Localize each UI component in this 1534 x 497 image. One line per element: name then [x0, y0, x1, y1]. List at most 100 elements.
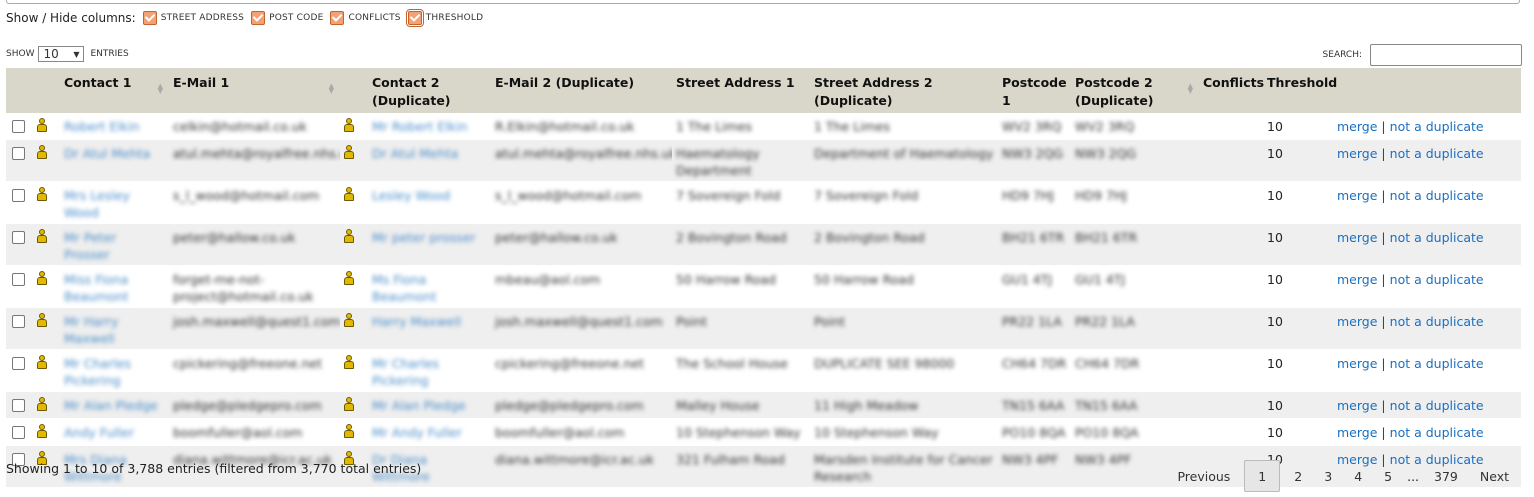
header-street-address-2[interactable]: Street Address 2 (Duplicate) [810, 68, 998, 113]
row-checkbox[interactable] [12, 231, 25, 244]
sort-icon[interactable]: ▲ ▼ [158, 83, 163, 95]
page-button-3[interactable]: 3 [1316, 461, 1340, 491]
merge-link[interactable]: merge [1337, 188, 1377, 203]
header-contact-2[interactable]: Contact 2 (Duplicate) [368, 68, 491, 113]
postcode-1: PR22 1LA [1002, 314, 1062, 329]
contact-1-link[interactable]: Robert Elkin [64, 119, 139, 134]
previous-button[interactable]: Previous [1169, 461, 1238, 491]
street-address-1: 7 Sovereign Fold [676, 188, 781, 203]
row-checkbox[interactable] [12, 189, 25, 202]
street-address-1: 10 Stephenson Way [676, 425, 801, 440]
not-duplicate-link[interactable]: not a duplicate [1390, 119, 1484, 134]
header-postcode-1[interactable]: Postcode 1 [998, 68, 1071, 113]
contact-2-link[interactable]: Harry Maxwell [372, 314, 461, 329]
page-length-select[interactable]: 10 ▼ [38, 46, 85, 62]
header-email-2[interactable]: E-Mail 2 (Duplicate) [491, 68, 672, 113]
checkbox-checked-icon[interactable] [142, 11, 157, 25]
pagination: Previous 1 2 3 4 5 ... 379 Next [1166, 460, 1520, 492]
page-button-2[interactable]: 2 [1286, 461, 1310, 491]
street-address-2: DUPLICATE SEE 98000 [814, 356, 955, 371]
contact-1-link[interactable]: Mr Peter Prosser [64, 230, 116, 262]
row-checkbox[interactable] [12, 273, 25, 286]
header-email-1[interactable]: E-Mail 1 ▲ ▼ [169, 68, 340, 113]
toggle-conflicts[interactable]: CONFLICTS [330, 11, 401, 25]
header-threshold[interactable]: Threshold [1263, 68, 1337, 113]
threshold-value: 10 [1267, 314, 1283, 329]
contact-1-link[interactable]: Miss Fiona Beaumont [64, 272, 129, 304]
person-icon [344, 187, 354, 201]
checkbox-checked-icon[interactable] [405, 9, 424, 27]
page-button-1[interactable]: 1 [1244, 460, 1281, 492]
not-duplicate-link[interactable]: not a duplicate [1390, 398, 1484, 413]
sort-icon[interactable]: ▲ ▼ [329, 83, 334, 95]
postcode-1: BH21 6TR [1002, 230, 1065, 245]
header-contact-1[interactable]: Contact 1 ▲ ▼ [60, 68, 169, 113]
merge-link[interactable]: merge [1337, 356, 1377, 371]
not-duplicate-link[interactable]: not a duplicate [1390, 230, 1484, 245]
postcode-1: WV2 3RQ [1002, 119, 1062, 134]
page-button-4[interactable]: 4 [1346, 461, 1370, 491]
postcode-1: GU1 4TJ [1002, 272, 1053, 287]
merge-link[interactable]: merge [1337, 425, 1377, 440]
row-checkbox[interactable] [12, 399, 25, 412]
contact-2-link[interactable]: Lesley Wood [372, 188, 450, 203]
person-icon [344, 424, 354, 438]
merge-link[interactable]: merge [1337, 272, 1377, 287]
page-button-5[interactable]: 5 [1376, 461, 1400, 491]
not-duplicate-link[interactable]: not a duplicate [1390, 272, 1484, 287]
page-button-last[interactable]: 379 [1426, 461, 1466, 491]
contact-1-link[interactable]: Mr Alan Pledge [64, 398, 158, 413]
merge-link[interactable]: merge [1337, 314, 1377, 329]
contact-2-link[interactable]: Mr Charles Pickering [372, 356, 439, 388]
toggle-label: THRESHOLD [425, 13, 484, 23]
contact-2-link[interactable]: Mr Robert Elkin [372, 119, 467, 134]
merge-link[interactable]: merge [1337, 398, 1377, 413]
threshold-value: 10 [1267, 398, 1283, 413]
header-street-address-1[interactable]: Street Address 1 [672, 68, 810, 113]
checkbox-checked-icon[interactable] [330, 11, 345, 25]
not-duplicate-link[interactable]: not a duplicate [1390, 188, 1484, 203]
row-checkbox[interactable] [12, 120, 25, 133]
toggle-threshold[interactable]: THRESHOLD [405, 9, 484, 27]
contact-1-link[interactable]: Dr Atul Mehta [64, 146, 150, 161]
length-show-label: SHOW [6, 49, 35, 59]
header-conflicts[interactable]: Conflicts [1199, 68, 1264, 113]
not-duplicate-link[interactable]: not a duplicate [1390, 314, 1484, 329]
page-length-value: 10 [43, 47, 59, 61]
postcode-2: NW3 4PF [1075, 452, 1132, 467]
merge-link[interactable]: merge [1337, 119, 1377, 134]
header-postcode-2[interactable]: Postcode 2 (Duplicate) ▲ ▼ [1071, 68, 1199, 113]
person-icon [37, 118, 47, 132]
row-checkbox[interactable] [12, 147, 25, 160]
not-duplicate-link[interactable]: not a duplicate [1390, 146, 1484, 161]
sort-icon[interactable]: ▲ ▼ [1188, 83, 1193, 95]
contact-1-link[interactable]: Andy Fuller [64, 425, 134, 440]
toggle-street-address[interactable]: STREET ADDRESS [142, 11, 244, 25]
contact-2-link[interactable]: Ms Fiona Beaumont [372, 272, 437, 304]
street-address-2: Department of Haematology [814, 146, 994, 161]
email-2: mbeau@aol.com [495, 272, 601, 287]
contact-2-link[interactable]: Mr peter prosser [372, 230, 476, 245]
merge-link[interactable]: merge [1337, 230, 1377, 245]
email-1: peter@hallow.co.uk [173, 230, 296, 245]
contact-1-link[interactable]: Mr Harry Maxwell [64, 314, 118, 346]
contact-2-link[interactable]: Dr Atul Mehta [372, 146, 458, 161]
merge-link[interactable]: merge [1337, 146, 1377, 161]
email-2: boomfuller@aol.com [495, 425, 625, 440]
row-checkbox[interactable] [12, 357, 25, 370]
search-input[interactable] [1370, 44, 1522, 66]
toggle-post-code[interactable]: POST CODE [251, 11, 323, 25]
checkbox-checked-icon[interactable] [251, 11, 266, 25]
contact-1-link[interactable]: Mr Charles Pickering [64, 356, 131, 388]
row-checkbox[interactable] [12, 426, 25, 439]
row-checkbox[interactable] [12, 315, 25, 328]
contact-2-link[interactable]: Mr Andy Fuller [372, 425, 462, 440]
contact-2-link[interactable]: Mr Alan Pledge [372, 398, 466, 413]
contact-1-link[interactable]: Mrs Lesley Wood [64, 188, 130, 220]
not-duplicate-link[interactable]: not a duplicate [1390, 356, 1484, 371]
not-duplicate-link[interactable]: not a duplicate [1390, 425, 1484, 440]
action-separator: | [1381, 425, 1386, 440]
next-button[interactable]: Next [1472, 461, 1517, 491]
email-2: atul.mehta@royalfree.nhs.uk [495, 146, 672, 161]
street-address-1: The School House [676, 356, 788, 371]
